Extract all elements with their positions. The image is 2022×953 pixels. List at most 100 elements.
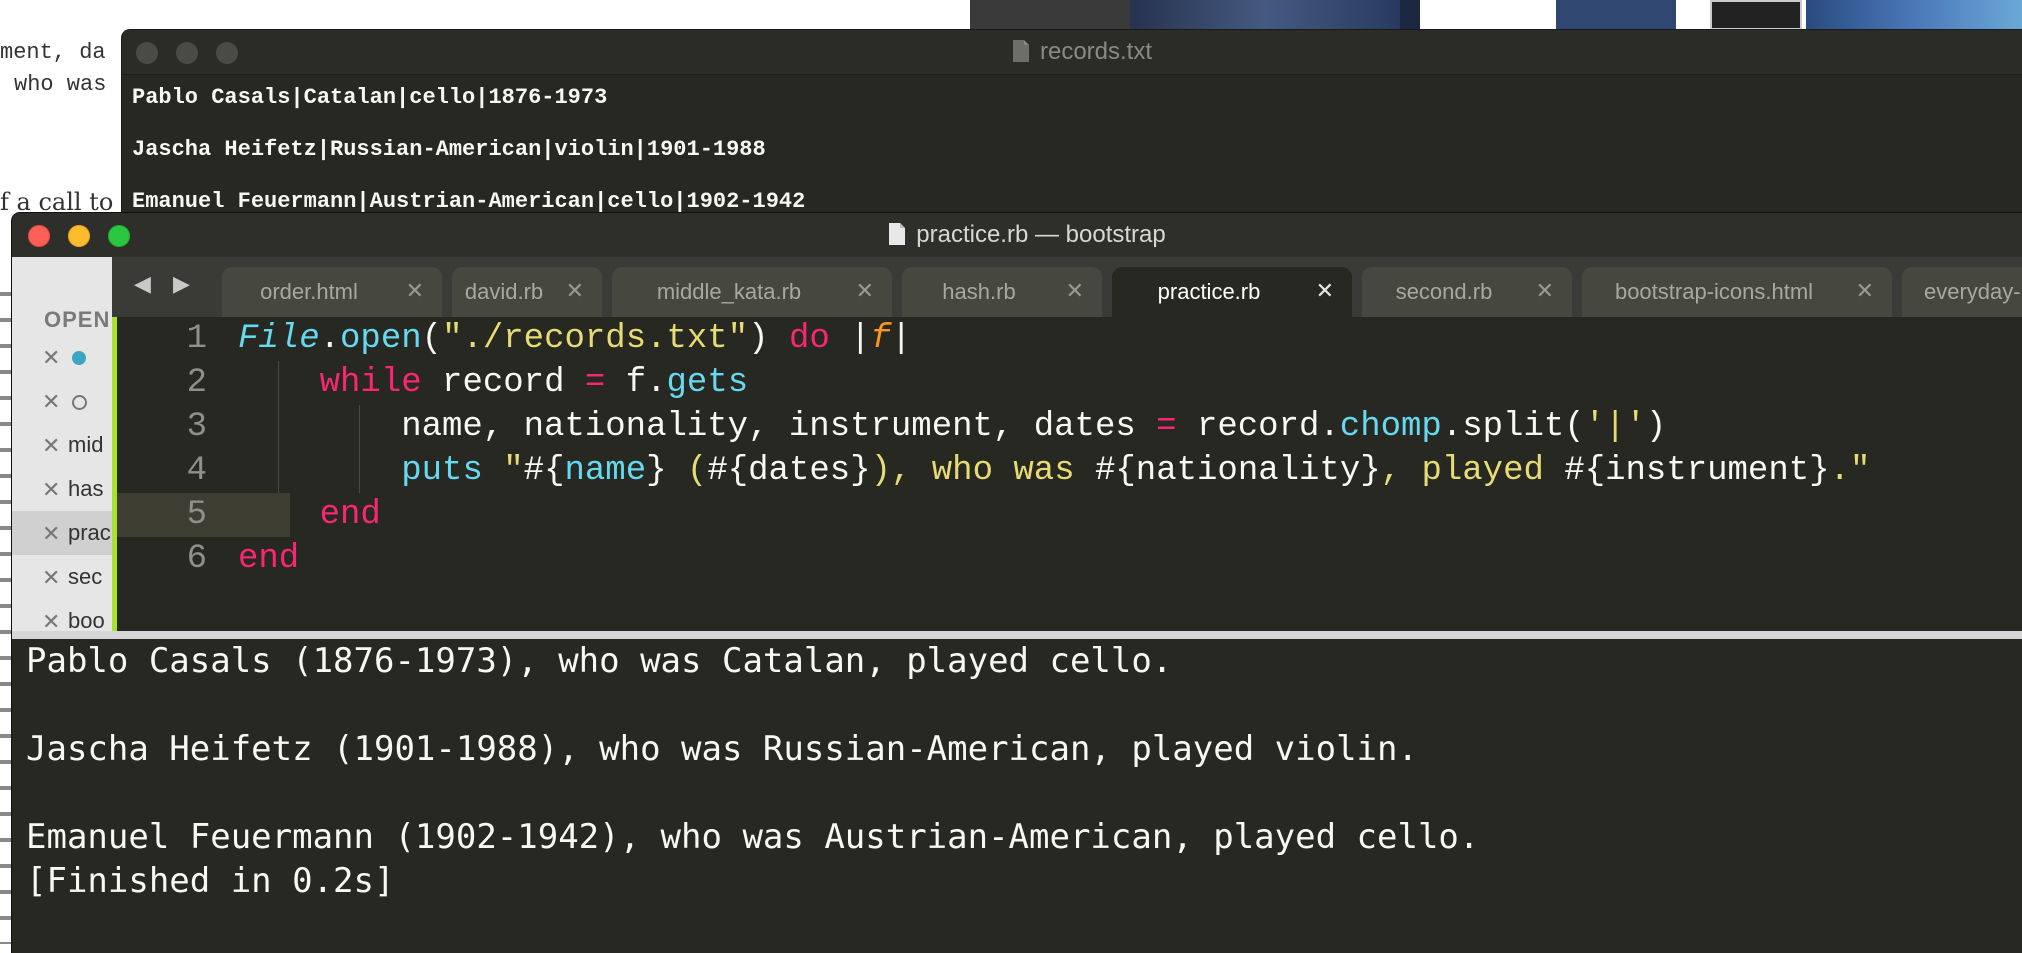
thumbnail — [1400, 0, 1420, 30]
code-token: . — [319, 320, 341, 358]
code-token: open — [340, 320, 422, 358]
close-icon[interactable]: ✕ — [856, 278, 874, 304]
close-icon[interactable]: ✕ — [42, 609, 60, 631]
practice-titlebar[interactable]: practice.rb — bootstrap — [12, 213, 2022, 258]
code-token: File — [238, 320, 320, 358]
close-icon[interactable]: ✕ — [1316, 278, 1334, 304]
sidebar-item-modified[interactable]: ✕ — [12, 335, 112, 379]
code-token: record — [421, 364, 585, 402]
thumbnail — [1130, 0, 1400, 30]
close-icon[interactable]: ✕ — [42, 345, 60, 371]
code-token: ), who was — [870, 452, 1095, 490]
close-icon[interactable]: ✕ — [1856, 278, 1874, 304]
code-area[interactable]: File.open("./records.txt") do |f| while … — [238, 317, 1870, 621]
sidebar-item-hash[interactable]: ✕ has — [12, 467, 112, 511]
line-number-gutter: 1 2 3 4 5 6 — [112, 317, 207, 631]
background-text-line: who was — [14, 72, 107, 97]
background-text-line: f a call to — [0, 188, 114, 216]
code-token: = — [584, 364, 606, 402]
code-token: ." — [1829, 452, 1871, 490]
close-icon[interactable]: ✕ — [42, 433, 60, 459]
tab-bootstrap-icons-html[interactable]: bootstrap-icons.html ✕ — [1582, 267, 1892, 317]
close-icon[interactable]: ✕ — [1066, 278, 1084, 304]
sidebar: OPEN ✕ ✕ ✕ mid ✕ has ✕ prac ✕ sec ✕ boo — [12, 257, 112, 631]
tab-label: david.rb — [464, 279, 544, 304]
close-icon[interactable]: ✕ — [42, 477, 60, 503]
code-token: f. — [605, 364, 667, 402]
code-token: ( — [666, 452, 708, 490]
records-line: Pablo Casals|Catalan|cello|1876-1973 — [132, 85, 608, 110]
tab-bar: ◀ ▶ order.html ✕ david.rb ✕ middle_kata.… — [112, 257, 2022, 317]
close-icon[interactable]: ✕ — [1536, 278, 1554, 304]
code-editor[interactable]: 1 2 3 4 5 6 File.open("./records.txt") d… — [112, 317, 2022, 631]
code-token: name — [564, 452, 647, 490]
code-line-6: end — [238, 537, 299, 581]
output-line: Emanuel Feuermann (1902-1942), who was A… — [26, 817, 1480, 857]
records-title: records.txt — [122, 30, 2022, 74]
records-titlebar[interactable]: records.txt — [122, 30, 2022, 75]
build-output-panel[interactable]: Pablo Casals (1876-1973), who was Catala… — [26, 639, 2022, 953]
tab-david-rb[interactable]: david.rb ✕ — [452, 267, 602, 317]
records-window: records.txt Pablo Casals|Catalan|cello|1… — [122, 30, 2022, 220]
code-token: gets — [666, 364, 749, 402]
tab-label: everyday- — [1924, 279, 2021, 304]
background-text-line: ment, da — [0, 40, 106, 65]
tab-everyday[interactable]: everyday- — [1902, 267, 2022, 317]
tab-label: middle_kata.rb — [656, 279, 802, 304]
code-token: chomp — [1339, 408, 1442, 446]
sidebar-item-bootstrap[interactable]: ✕ boo — [12, 599, 112, 631]
tab-navigation-arrows[interactable]: ◀ ▶ — [134, 271, 198, 297]
sidebar-item-open[interactable]: ✕ — [12, 379, 112, 423]
code-token: | — [829, 320, 871, 358]
close-icon[interactable]: ✕ — [42, 521, 60, 547]
code-token: .split( — [1441, 408, 1585, 446]
practice-window: practice.rb — bootstrap OPEN ✕ ✕ ✕ mid ✕… — [12, 213, 2022, 953]
code-token: f — [870, 320, 891, 358]
code-line-2: while record = f.gets — [238, 361, 749, 405]
tab-practice-rb[interactable]: practice.rb ✕ — [1112, 267, 1352, 317]
code-token: ) — [748, 320, 789, 358]
code-line-4: puts "#{name} (#{dates}), who was #{nati… — [238, 449, 1870, 493]
open-circle-icon — [72, 395, 87, 410]
tab-middle-kata-rb[interactable]: middle_kata.rb ✕ — [612, 267, 892, 317]
document-icon — [889, 223, 906, 245]
sidebar-item-label: prac — [68, 520, 111, 545]
records-title-text: records.txt — [1039, 38, 1153, 65]
code-line-3: name, nationality, instrument, dates = r… — [238, 405, 1666, 449]
code-token: record. — [1176, 408, 1340, 446]
sidebar-item-practice[interactable]: ✕ prac — [12, 511, 112, 555]
tab-label: order.html — [260, 279, 358, 304]
close-icon[interactable]: ✕ — [566, 278, 584, 304]
line-number: 5 — [186, 496, 207, 534]
close-icon[interactable]: ✕ — [406, 278, 424, 304]
code-line-1: File.open("./records.txt") do |f| — [238, 317, 911, 361]
sidebar-item-second[interactable]: ✕ sec — [12, 555, 112, 599]
output-panel-divider[interactable] — [12, 631, 2022, 639]
tab-order-html[interactable]: order.html ✕ — [222, 267, 442, 317]
line-number: 6 — [186, 540, 207, 578]
code-token: while — [319, 364, 422, 402]
output-line: Jascha Heifetz (1901-1988), who was Russ… — [26, 729, 1418, 769]
code-token: puts — [401, 452, 483, 490]
tab-second-rb[interactable]: second.rb ✕ — [1362, 267, 1572, 317]
sidebar-item-middle-kata[interactable]: ✕ mid — [12, 423, 112, 467]
close-icon[interactable]: ✕ — [42, 565, 60, 591]
tab-hash-rb[interactable]: hash.rb ✕ — [902, 267, 1102, 317]
code-token: } — [646, 452, 667, 490]
thumbnail — [970, 0, 1130, 30]
code-token: = — [1156, 408, 1177, 446]
code-token: ) — [1645, 408, 1667, 446]
sidebar-item-label: mid — [68, 432, 104, 457]
close-icon[interactable]: ✕ — [42, 389, 60, 415]
code-token: name, nationality, instrument, dates — [238, 408, 1157, 446]
code-token: '|' — [1584, 408, 1646, 446]
records-content[interactable]: Pablo Casals|Catalan|cello|1876-1973 Jas… — [132, 72, 805, 220]
code-token: , played — [1380, 452, 1565, 490]
document-icon — [1012, 40, 1029, 62]
